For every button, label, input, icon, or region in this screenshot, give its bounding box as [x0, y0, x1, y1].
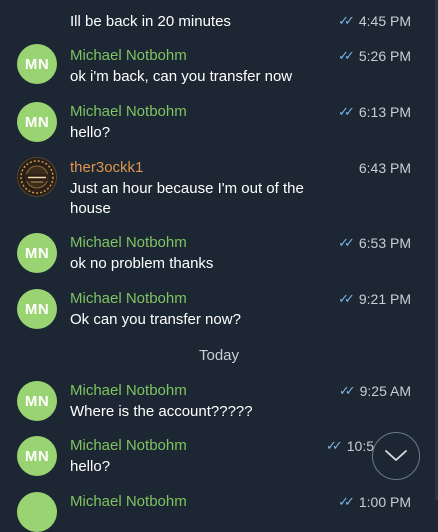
- message-time: 9:21 PM: [358, 291, 411, 307]
- message-text: Just an hour because I'm out of the hous…: [70, 180, 304, 217]
- message-meta: ✓✓ 1:00 PM: [338, 494, 411, 510]
- sender-name[interactable]: Michael Notbohm: [70, 493, 187, 510]
- avatar[interactable]: MN: [17, 381, 57, 421]
- message-time: 5:26 PM: [358, 48, 411, 64]
- message-meta: ✓✓ 10:5: [326, 438, 374, 454]
- sender-name[interactable]: Michael Notbohm: [70, 437, 187, 454]
- double-check-icon: ✓✓: [338, 13, 355, 28]
- avatar[interactable]: MN: [17, 102, 57, 142]
- message-time: 4:45 PM: [358, 13, 411, 29]
- sender-name[interactable]: Michael Notbohm: [70, 382, 187, 399]
- avatar-image: [18, 158, 56, 196]
- message-time: 9:25 AM: [359, 383, 411, 399]
- message-meta: ✓✓ 9:25 AM: [339, 383, 411, 399]
- double-check-icon: ✓✓: [338, 494, 355, 509]
- double-check-icon: ✓✓: [338, 291, 355, 306]
- avatar[interactable]: MN: [17, 289, 57, 329]
- message-text: ok no problem thanks: [70, 255, 214, 272]
- scroll-down-button[interactable]: [372, 432, 420, 480]
- double-check-icon: ✓✓: [325, 438, 343, 453]
- message-time: 6:43 PM: [358, 160, 411, 176]
- message-time: 1:00 PM: [358, 494, 411, 510]
- sender-name[interactable]: Michael Notbohm: [70, 103, 187, 120]
- sender-name[interactable]: Michael Notbohm: [70, 47, 187, 64]
- message-meta: ✓✓ 5:26 PM: [338, 48, 411, 64]
- sender-name[interactable]: ther3ockk1: [70, 159, 143, 176]
- message-meta: ✓✓ 6:53 PM: [338, 235, 411, 251]
- message-meta: ✓✓ 9:21 PM: [338, 291, 411, 307]
- message-meta: ✓✓ 6:13 PM: [338, 104, 411, 120]
- chat-history[interactable]: Ill be back in 20 minutes ✓✓ 4:45 PM MN …: [0, 0, 438, 532]
- message-time: 6:13 PM: [358, 104, 411, 120]
- avatar[interactable]: MN: [17, 436, 57, 476]
- double-check-icon: ✓✓: [338, 48, 355, 63]
- message-text: hello?: [70, 124, 111, 141]
- chevron-down-icon: [385, 450, 407, 461]
- double-check-icon: ✓✓: [338, 383, 356, 398]
- message-meta: ✓✓ 4:45 PM: [338, 13, 411, 29]
- message-text: Where is the account?????: [70, 403, 253, 420]
- message-text: ok i'm back, can you transfer now: [70, 68, 293, 85]
- message-meta: 6:43 PM: [359, 160, 411, 176]
- message-text: hello?: [70, 458, 111, 475]
- avatar[interactable]: [17, 157, 57, 197]
- sender-name[interactable]: Michael Notbohm: [70, 290, 187, 307]
- sender-name[interactable]: Michael Notbohm: [70, 234, 187, 251]
- message-time: 10:5: [346, 438, 374, 454]
- message-text: Ok can you transfer now?: [70, 311, 241, 328]
- avatar[interactable]: MN: [17, 233, 57, 273]
- message-text: Ill be back in 20 minutes: [70, 13, 231, 30]
- double-check-icon: ✓✓: [338, 104, 355, 119]
- double-check-icon: ✓✓: [338, 235, 355, 250]
- message-time: 6:53 PM: [358, 235, 411, 251]
- avatar[interactable]: [17, 492, 57, 532]
- day-separator: Today: [198, 347, 240, 364]
- avatar[interactable]: MN: [17, 44, 57, 84]
